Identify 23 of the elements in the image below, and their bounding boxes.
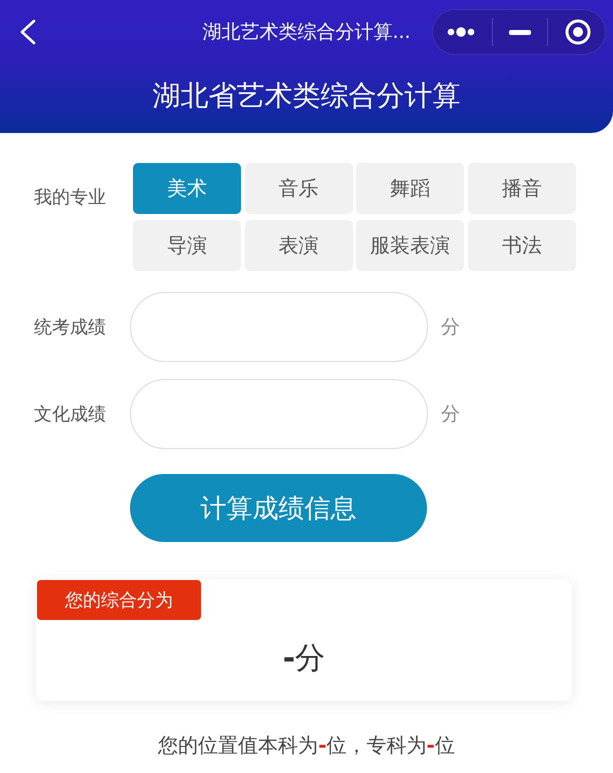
unit-label: 分 xyxy=(441,315,460,340)
major-tab[interactable]: 导演 xyxy=(133,220,241,271)
unit-label: 分 xyxy=(441,402,460,427)
field-label: 文化成绩 xyxy=(34,403,107,426)
rank-text: 您的位置值本科为-位，专科为-位 xyxy=(158,732,455,759)
window-title: 湖北艺术类综合分计算... xyxy=(202,20,411,45)
major-tab[interactable]: 书法 xyxy=(468,220,576,271)
field-label: 统考成绩 xyxy=(34,316,107,339)
total-score: -分 xyxy=(282,640,326,678)
major-tab[interactable]: 播音 xyxy=(468,163,576,214)
calculate-button[interactable]: 计算成绩信息 xyxy=(130,474,427,542)
back-icon[interactable] xyxy=(19,19,37,45)
more-icon[interactable] xyxy=(447,26,476,38)
minimize-icon[interactable] xyxy=(508,30,531,34)
major-tab[interactable]: 服装表演 xyxy=(356,220,464,271)
page-title: 湖北省艺术类综合分计算 xyxy=(152,78,460,114)
major-tab[interactable]: 美术 xyxy=(133,163,241,214)
major-tab[interactable]: 舞蹈 xyxy=(356,163,464,214)
major-tab[interactable]: 表演 xyxy=(244,220,353,271)
major-tab[interactable]: 音乐 xyxy=(244,163,353,214)
field-label: 我的专业 xyxy=(34,186,107,210)
target-icon[interactable] xyxy=(564,19,591,45)
result-label: 您的综合分为 xyxy=(37,580,201,620)
